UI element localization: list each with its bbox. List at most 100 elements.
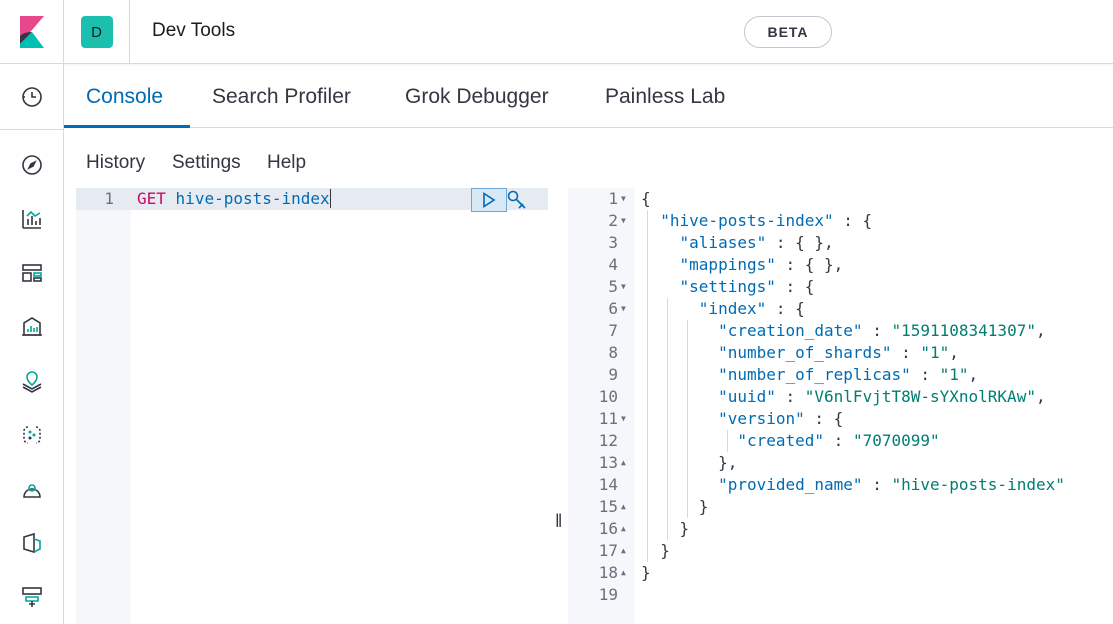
- request-options-button[interactable]: [505, 189, 529, 211]
- fold-close-icon[interactable]: ▲: [621, 452, 626, 474]
- app-title: Dev Tools: [152, 20, 236, 41]
- fold-open-icon[interactable]: ▼: [621, 188, 626, 210]
- settings-link[interactable]: Settings: [172, 152, 241, 174]
- response-line: 15 ▲ }: [568, 496, 1113, 518]
- request-line[interactable]: GET hive-posts-index: [137, 188, 331, 210]
- response-code: "settings" : {: [679, 277, 815, 296]
- send-request-button[interactable]: [471, 188, 507, 212]
- request-gutter: [76, 188, 131, 624]
- response-code: },: [641, 453, 738, 472]
- response-line-number: 8: [608, 343, 618, 362]
- clock-icon: [21, 86, 42, 107]
- resizer-handle-icon[interactable]: ‖: [555, 511, 562, 532]
- fold-open-icon[interactable]: ▼: [621, 210, 626, 232]
- response-line: 2 ▼ "hive-posts-index" : {: [568, 210, 1113, 232]
- response-code: "created" : "7070099": [737, 431, 940, 450]
- response-line: 10 "uuid" : "V6nlFvjtT8W-sYXnolRKAw",: [568, 386, 1113, 408]
- response-viewer[interactable]: 1 ▼{2 ▼ "hive-posts-index" : {3 "aliases" …: [568, 188, 1113, 624]
- response-line-number: 9: [608, 365, 618, 384]
- sidebar-item-dashboard[interactable]: [0, 246, 63, 300]
- request-method: GET: [137, 189, 166, 208]
- sidebar-item-recently-viewed[interactable]: [0, 64, 63, 130]
- response-line-number: 18: [598, 563, 618, 582]
- response-code: {: [641, 189, 651, 208]
- response-code: }: [641, 541, 670, 560]
- response-line-number: 14: [598, 475, 618, 494]
- response-line: 4 "mappings" : { },: [568, 254, 1113, 276]
- response-line: 6 ▼ "index" : {: [568, 298, 1113, 320]
- sidebar-item-metrics[interactable]: [0, 462, 63, 516]
- response-line: 3 "aliases" : { },: [568, 232, 1113, 254]
- response-code: "uuid" : "V6nlFvjtT8W-sYXnolRKAw",: [718, 387, 1046, 406]
- response-line: 16 ▲ }: [568, 518, 1113, 540]
- logs-icon: [22, 532, 41, 554]
- response-line: 9 "number_of_replicas" : "1",: [568, 364, 1113, 386]
- request-editor[interactable]: 1 GET hive-posts-index: [76, 188, 548, 624]
- response-line: 18 ▲}: [568, 562, 1113, 584]
- fold-close-icon[interactable]: ▲: [621, 496, 626, 518]
- active-tab-indicator: [64, 125, 190, 128]
- space-avatar[interactable]: D: [80, 16, 113, 48]
- top-header: D Dev Tools: [0, 0, 1113, 64]
- compass-icon: [21, 155, 42, 175]
- play-icon: [483, 192, 496, 208]
- response-line-number: 11: [598, 409, 618, 428]
- response-line: 7 "creation_date" : "1591108341307",: [568, 320, 1113, 342]
- history-link[interactable]: History: [86, 152, 145, 174]
- visualize-icon: [21, 210, 41, 229]
- request-path: hive-posts-index: [175, 189, 330, 208]
- response-code: "index" : {: [698, 299, 805, 318]
- response-code: "hive-posts-index" : {: [660, 211, 873, 230]
- side-nav: [0, 64, 64, 624]
- fold-close-icon[interactable]: ▲: [621, 562, 626, 584]
- sidebar-item-dev-tools[interactable]: [0, 570, 63, 624]
- wrench-icon: [507, 190, 526, 209]
- text-cursor: [329, 189, 331, 208]
- fold-close-icon[interactable]: ▲: [621, 518, 626, 540]
- pane-resizer[interactable]: ‖: [548, 188, 568, 624]
- canvas-icon: [21, 317, 42, 336]
- fold-open-icon[interactable]: ▼: [621, 276, 626, 298]
- request-line-number: 1: [104, 189, 114, 208]
- response-code: "aliases" : { },: [679, 233, 834, 252]
- response-line-number: 7: [608, 321, 618, 340]
- response-code: }: [641, 497, 709, 516]
- fold-close-icon[interactable]: ▲: [621, 540, 626, 562]
- tab-grok-debugger[interactable]: Grok Debugger: [405, 65, 549, 128]
- response-code: "mappings" : { },: [679, 255, 844, 274]
- response-line: 13 ▲ },: [568, 452, 1113, 474]
- dev-tools-icon: [21, 587, 42, 607]
- space-selector[interactable]: D: [64, 0, 130, 64]
- response-line-number: 13: [598, 453, 618, 472]
- response-line: 17 ▲ }: [568, 540, 1113, 562]
- kibana-logo[interactable]: [0, 0, 64, 64]
- response-code: "version" : {: [718, 409, 844, 428]
- response-line: 14 "provided_name" : "hive-posts-index": [568, 474, 1113, 496]
- response-line-number: 12: [598, 431, 618, 450]
- sidebar-item-machine-learning[interactable]: [0, 408, 63, 462]
- sidebar-item-discover[interactable]: [0, 138, 63, 192]
- dashboard-icon: [21, 264, 42, 282]
- fold-open-icon[interactable]: ▼: [621, 298, 626, 320]
- sidebar-item-canvas[interactable]: [0, 300, 63, 354]
- help-link[interactable]: Help: [267, 152, 306, 174]
- metrics-icon: [22, 484, 41, 498]
- response-line-number: 1: [608, 189, 618, 208]
- sidebar-item-visualize[interactable]: [0, 192, 63, 246]
- response-line-number: 2: [608, 211, 618, 230]
- sidebar-item-maps[interactable]: [0, 354, 63, 408]
- response-line: 19: [568, 584, 1113, 606]
- tab-painless-lab[interactable]: Painless Lab: [605, 65, 725, 128]
- maps-icon: [22, 371, 41, 393]
- dev-tools-tabs: Console Search Profiler Grok Debugger Pa…: [64, 65, 1113, 128]
- response-code: "number_of_replicas" : "1",: [718, 365, 979, 384]
- response-code: "creation_date" : "1591108341307",: [718, 321, 1046, 340]
- response-line-number: 16: [598, 519, 618, 538]
- sidebar-item-logs[interactable]: [0, 516, 63, 570]
- fold-open-icon[interactable]: ▼: [621, 408, 626, 430]
- tab-search-profiler[interactable]: Search Profiler: [212, 65, 351, 128]
- ml-icon: [22, 426, 41, 444]
- response-line-number: 4: [608, 255, 618, 274]
- response-line: 8 "number_of_shards" : "1",: [568, 342, 1113, 364]
- tab-console[interactable]: Console: [86, 65, 163, 128]
